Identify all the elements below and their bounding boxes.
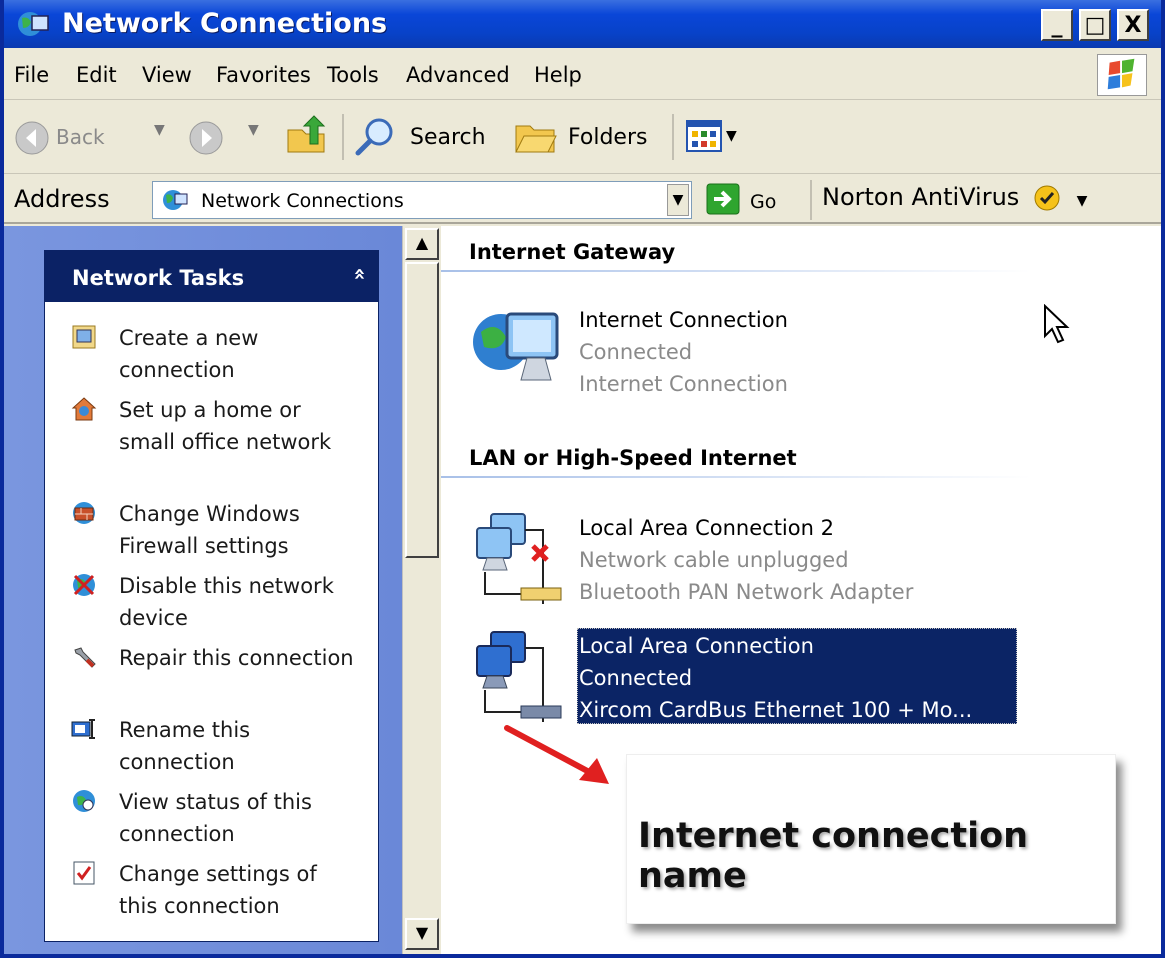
maximize-icon: □ xyxy=(1084,12,1106,38)
norton-dropdown-icon: ▼ xyxy=(1076,193,1088,209)
connections-view: Internet Gateway Internet Connection Con… xyxy=(441,226,1161,954)
address-label: Address xyxy=(14,185,110,213)
address-bar: Address Network Connections ▼ Go Norton … xyxy=(4,176,1161,224)
firewall-icon xyxy=(73,502,95,524)
network-tasks-title: Network Tasks xyxy=(72,266,245,290)
up-folder-button[interactable] xyxy=(284,114,328,158)
norton-antivirus-toolbar[interactable]: Norton AntiVirus ▼ xyxy=(822,183,1087,212)
disable-device-icon xyxy=(73,574,95,596)
window: Network Connections _ □ X File Edit View… xyxy=(0,0,1165,958)
network-tasks-list: Create a new connection Set up a home or… xyxy=(44,302,379,942)
scroll-up-button[interactable]: ▲ xyxy=(405,228,439,260)
toolbar: Back ▼ ▼ Search Folders ▼ xyxy=(4,102,1161,174)
connection-status: Connected xyxy=(579,666,693,690)
connection-device: Bluetooth PAN Network Adapter xyxy=(579,580,914,604)
group-header-internet-gateway: Internet Gateway xyxy=(469,240,676,264)
status-icon xyxy=(73,790,95,812)
norton-label: Norton AntiVirus xyxy=(822,183,1020,211)
home-network-icon xyxy=(71,397,97,421)
connection-status: Network cable unplugged xyxy=(579,548,849,572)
group-divider xyxy=(441,476,1031,478)
search-icon xyxy=(355,118,393,156)
settings-icon xyxy=(73,861,95,885)
menu-help[interactable]: Help xyxy=(534,63,582,87)
connection-device: Xircom CardBus Ethernet 100 + Mo... xyxy=(579,698,973,722)
menu-file[interactable]: File xyxy=(14,63,49,87)
back-arrow-icon xyxy=(15,121,49,155)
views-button[interactable]: ▼ xyxy=(686,120,756,156)
rename-icon xyxy=(71,719,95,739)
address-dropdown-button[interactable]: ▼ xyxy=(667,184,689,216)
connection-name: Local Area Connection 2 xyxy=(579,516,834,540)
views-icon xyxy=(686,120,722,152)
menu-edit[interactable]: Edit xyxy=(76,63,117,87)
views-dropdown-icon: ▼ xyxy=(726,128,737,144)
internet-gateway-icon xyxy=(473,312,559,381)
menu-favorites[interactable]: Favorites xyxy=(216,63,311,87)
close-button[interactable]: X xyxy=(1117,9,1149,41)
network-tasks-header[interactable]: Network Tasks » xyxy=(44,250,379,302)
close-icon: X xyxy=(1124,12,1142,38)
connection-status: Connected xyxy=(579,340,693,364)
address-input[interactable]: Network Connections ▼ xyxy=(152,181,692,219)
search-button[interactable]: Search xyxy=(354,116,500,158)
annotation-callout: Internet connection name xyxy=(626,754,1116,924)
forward-dropdown-icon[interactable]: ▼ xyxy=(248,122,259,138)
group-divider xyxy=(441,270,1031,272)
minimize-button[interactable]: _ xyxy=(1041,9,1073,41)
menu-view[interactable]: View xyxy=(142,63,192,87)
repair-icon xyxy=(74,647,96,668)
network-connections-app-icon xyxy=(18,12,49,36)
task-pane: Network Tasks » Create a new connection … xyxy=(4,226,402,954)
network-connections-small-icon xyxy=(163,190,188,210)
connection-name: Internet Connection xyxy=(579,308,788,332)
folders-label: Folders xyxy=(568,125,648,150)
menu-tools[interactable]: Tools xyxy=(327,63,379,87)
lan-unplugged-icon xyxy=(476,513,562,604)
title-bar[interactable]: Network Connections _ □ X xyxy=(4,0,1161,48)
back-label: Back xyxy=(56,125,105,149)
minimize-icon: _ xyxy=(1051,12,1063,38)
annotation-text: Internet connection name xyxy=(638,816,1029,896)
folders-icon xyxy=(515,125,557,153)
search-label: Search xyxy=(410,125,486,150)
menu-advanced[interactable]: Advanced xyxy=(406,63,510,87)
norton-shield-icon xyxy=(1034,185,1060,211)
go-arrow-icon xyxy=(706,183,740,215)
lan-connected-icon xyxy=(476,631,562,722)
go-button[interactable]: Go xyxy=(706,183,796,217)
task-pane-scrollbar[interactable]: ▲ ▼ xyxy=(402,226,440,954)
menu-bar: File Edit View Favorites Tools Advanced … xyxy=(4,50,1161,100)
connection-name: Local Area Connection xyxy=(579,634,814,658)
new-connection-icon xyxy=(72,325,96,349)
group-header-lan: LAN or High-Speed Internet xyxy=(469,446,797,470)
maximize-button[interactable]: □ xyxy=(1079,9,1111,41)
scroll-down-button[interactable]: ▼ xyxy=(405,918,439,950)
annotation-arrow-icon xyxy=(504,725,609,784)
back-button[interactable]: Back xyxy=(14,118,114,158)
back-dropdown-icon[interactable]: ▼ xyxy=(154,122,165,138)
address-value: Network Connections xyxy=(201,190,404,212)
forward-button[interactable] xyxy=(188,120,224,156)
window-title: Network Connections xyxy=(62,8,388,39)
scroll-thumb[interactable] xyxy=(405,262,439,558)
go-label: Go xyxy=(750,191,777,213)
collapse-chevron-icon[interactable]: » xyxy=(347,268,371,281)
windows-logo-icon xyxy=(1097,54,1147,96)
folders-button[interactable]: Folders xyxy=(514,116,664,158)
connection-device: Internet Connection xyxy=(579,372,788,396)
mouse-pointer-icon xyxy=(1044,304,1070,344)
